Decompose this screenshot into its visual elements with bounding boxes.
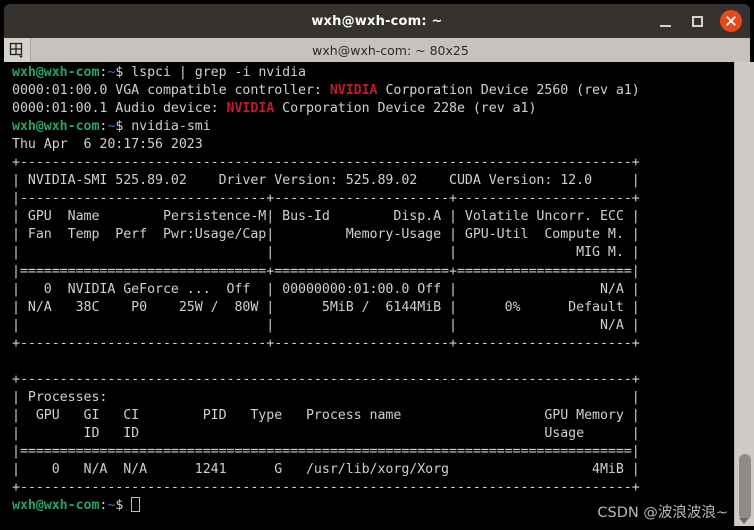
terminal-span: +---------------------------------------… [12,480,640,496]
terminal-span: Thu Apr 6 20:17:56 2023 [12,137,203,153]
terminal-span: wxh@wxh-com [12,65,100,80]
terminal-span: Corporation Device 2560 (rev a1) [377,83,640,99]
split-panes-icon[interactable] [4,38,31,62]
terminal-span: |=======================================… [12,443,640,459]
terminal-span: NVIDIA [329,83,378,99]
title-bar[interactable]: wxh@wxh-com: ~ [4,4,750,38]
close-icon[interactable] [720,10,742,32]
terminal-span: 0000:01:00.0 VGA compatible controller: [12,83,330,99]
terminal-span: | | | N/A | [12,317,640,333]
terminal-span: $ nvidia-smi [115,119,211,135]
terminal-span: | N/A 38C P0 25W / 80W | 5MiB / 6144MiB … [12,299,640,315]
terminal-window: wxh@wxh-com: ~ wxh@wxh-com: ~ 80x25 wxh@… [0,0,754,530]
terminal-span: | GPU Name Persistence-M| Bus-Id Disp.A … [12,209,640,225]
terminal-output: wxh@wxh-com:~$ lspci | grep -i nvidia 00… [12,64,640,515]
terminal-span: Corporation Device 228e (rev a1) [274,101,537,117]
terminal-span: | Fan Temp Perf Pwr:Usage/Cap| Memory-Us… [12,227,640,243]
terminal-span: $ [115,498,132,514]
window-title: wxh@wxh-com: ~ [311,13,443,29]
terminal-span: wxh@wxh-com [12,498,100,514]
terminal-span: wxh@wxh-com [12,119,100,135]
terminal-cursor [131,497,140,513]
terminal-span: | | | MIG M. | [12,245,640,261]
terminal-span: | 0 NVIDIA GeForce ... Off | 00000000:01… [12,281,640,297]
minimize-icon[interactable] [656,12,674,30]
scroll-down-arrow-icon[interactable] [739,518,749,524]
terminal-span: |-------------------------------+-------… [12,191,640,207]
maximize-icon[interactable] [688,12,706,30]
terminal-span: 0000:01:00.1 Audio device: [12,101,227,117]
terminal-span: | ID ID Usage | [12,425,640,441]
window-controls [656,4,742,38]
terminal-span: +-------------------------------+-------… [12,335,640,351]
tab-bar: wxh@wxh-com: ~ 80x25 [4,38,750,62]
terminal-span: | NVIDIA-SMI 525.89.02 Driver Version: 5… [12,173,640,189]
terminal-tab[interactable]: wxh@wxh-com: ~ 80x25 [31,38,750,62]
terminal-span: | GPU GI CI PID Type Process name GPU Me… [12,407,640,423]
terminal-span: +---------------------------------------… [12,371,640,387]
terminal-screen[interactable]: wxh@wxh-com:~$ lspci | grep -i nvidia 00… [4,62,750,526]
terminal-span: $ lspci | grep -i nvidia [115,65,307,80]
terminal-span: | 0 N/A N/A 1241 G /usr/lib/xorg/Xorg 4M… [12,462,640,478]
terminal-scrollbar[interactable] [734,62,754,526]
terminal-span: +---------------------------------------… [12,155,640,171]
scrollbar-thumb[interactable] [739,454,751,520]
terminal-span: NVIDIA [226,101,275,117]
terminal-span: | Processes: | [12,389,640,405]
terminal-span: |===============================+=======… [12,263,640,279]
